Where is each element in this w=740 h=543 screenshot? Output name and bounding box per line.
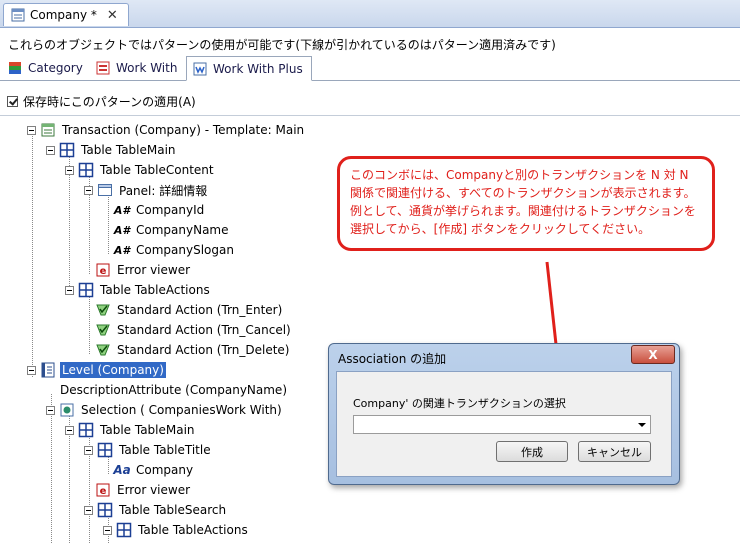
cancel-button[interactable]: キャンセル [578, 441, 651, 462]
dialog-close-button[interactable]: X [631, 345, 675, 364]
dialog-client-area: Company' の関連トランザクションの選択 作成 キャンセル [336, 371, 672, 477]
create-button[interactable]: 作成 [496, 441, 568, 462]
chevron-down-icon[interactable] [633, 416, 650, 433]
related-transaction-prompt: Company' の関連トランザクションの選択 [353, 397, 566, 410]
related-transaction-combo[interactable] [353, 415, 651, 434]
dialog-title: Association の追加 [338, 352, 447, 366]
add-association-dialog: Association の追加 X Company' の関連トランザクションの選… [328, 343, 680, 485]
